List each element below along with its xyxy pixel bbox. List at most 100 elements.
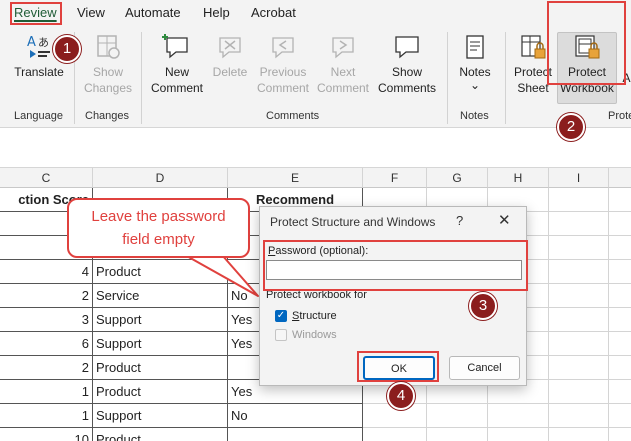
type-cell[interactable]: Support xyxy=(93,404,228,428)
dialog-title: Protect Structure and Windows xyxy=(270,215,435,229)
score-cell[interactable]: 1 xyxy=(0,380,93,404)
ok-highlight-box xyxy=(357,351,439,382)
type-cell[interactable]: Product xyxy=(93,380,228,404)
column-header-f[interactable]: F xyxy=(363,168,427,188)
type-cell[interactable]: Product xyxy=(93,428,228,441)
menu-bar: Review View Automate Help Acrobat xyxy=(0,0,631,26)
delete-comment-icon xyxy=(215,32,245,62)
close-icon[interactable]: ✕ xyxy=(498,211,511,229)
ribbon: A あ Translate Language Show Changes Chan… xyxy=(0,26,631,128)
cell[interactable] xyxy=(549,188,609,212)
menu-acrobat[interactable]: Acrobat xyxy=(251,5,296,20)
structure-checkbox[interactable]: ✓ xyxy=(275,310,287,322)
column-header-i[interactable]: I xyxy=(549,168,609,188)
cell[interactable] xyxy=(549,236,609,260)
column-header-d[interactable]: D xyxy=(93,168,228,188)
group-comments-label: Comments xyxy=(266,110,319,122)
cancel-button[interactable]: Cancel xyxy=(449,356,520,380)
score-cell[interactable]: 2 xyxy=(0,356,93,380)
notes-button[interactable]: Notes ⌄ xyxy=(452,32,498,90)
cell[interactable] xyxy=(609,188,631,212)
cell[interactable] xyxy=(427,404,488,428)
cell[interactable] xyxy=(609,332,631,356)
score-cell[interactable]: 4 xyxy=(0,260,93,284)
structure-label-text: tructure xyxy=(299,310,336,322)
step-badge-4: 4 xyxy=(387,382,415,410)
review-highlight-box xyxy=(10,2,62,25)
cell[interactable] xyxy=(549,428,609,441)
show-comments-button[interactable]: Show Comments xyxy=(374,32,440,96)
cell[interactable] xyxy=(609,212,631,236)
cell[interactable] xyxy=(549,308,609,332)
cell[interactable] xyxy=(549,404,609,428)
cell[interactable] xyxy=(488,428,549,441)
translate-icon: A あ xyxy=(24,32,54,62)
cell[interactable] xyxy=(549,380,609,404)
score-cell[interactable]: 10 xyxy=(0,428,93,441)
cell[interactable] xyxy=(609,284,631,308)
cell[interactable] xyxy=(549,356,609,380)
type-cell[interactable]: Service xyxy=(93,284,228,308)
cell[interactable] xyxy=(488,404,549,428)
ribbon-separator xyxy=(505,32,506,124)
cell[interactable] xyxy=(609,260,631,284)
type-cell[interactable]: Product xyxy=(93,356,228,380)
group-changes-label: Changes xyxy=(85,110,129,122)
score-cell[interactable]: 6 xyxy=(0,332,93,356)
menu-automate[interactable]: Automate xyxy=(125,5,181,20)
password-highlight-box xyxy=(263,240,528,291)
recommend-cell[interactable]: No xyxy=(228,404,363,428)
score-cell[interactable]: 2 xyxy=(0,284,93,308)
cell[interactable] xyxy=(549,212,609,236)
windows-checkbox[interactable] xyxy=(275,329,287,341)
previous-comment-button[interactable]: Previous Comment xyxy=(252,32,314,96)
cell[interactable] xyxy=(609,308,631,332)
next-comment-label-2: Comment xyxy=(314,80,372,96)
column-header-partial[interactable] xyxy=(609,168,631,188)
ribbon-separator xyxy=(447,32,448,124)
score-cell[interactable]: 3 xyxy=(0,308,93,332)
translate-label: Translate xyxy=(14,65,64,79)
delete-comment-label: Delete xyxy=(213,65,248,79)
type-cell[interactable]: Product xyxy=(93,260,228,284)
type-cell[interactable]: Support xyxy=(93,308,228,332)
show-changes-button[interactable]: Show Changes xyxy=(80,32,136,96)
new-comment-label-2: Comment xyxy=(146,80,208,96)
show-changes-label-1: Show xyxy=(80,64,136,80)
previous-comment-label-1: Previous xyxy=(252,64,314,80)
cell[interactable] xyxy=(609,356,631,380)
cell[interactable] xyxy=(549,332,609,356)
cell[interactable] xyxy=(609,236,631,260)
column-header-e[interactable]: E xyxy=(228,168,363,188)
recommend-cell[interactable] xyxy=(228,428,363,441)
step-badge-1: 1 xyxy=(53,35,81,63)
menu-view[interactable]: View xyxy=(77,5,105,20)
cell[interactable] xyxy=(609,380,631,404)
column-header-h[interactable]: H xyxy=(488,168,549,188)
show-comments-icon xyxy=(392,32,422,62)
cell[interactable] xyxy=(609,404,631,428)
cell[interactable] xyxy=(549,260,609,284)
column-header-g[interactable]: G xyxy=(427,168,488,188)
menu-help[interactable]: Help xyxy=(203,5,230,20)
windows-label: Windows xyxy=(292,329,337,341)
delete-comment-button[interactable]: Delete xyxy=(208,32,252,80)
cell[interactable] xyxy=(549,284,609,308)
cell[interactable] xyxy=(609,428,631,441)
svg-text:A: A xyxy=(27,35,36,50)
new-comment-icon xyxy=(162,32,192,62)
help-icon[interactable]: ? xyxy=(456,213,463,228)
previous-comment-icon xyxy=(268,32,298,62)
instruction-callout: Leave the password field empty xyxy=(67,198,250,258)
cell[interactable] xyxy=(363,428,427,441)
type-cell[interactable]: Support xyxy=(93,332,228,356)
next-comment-button[interactable]: Next Comment xyxy=(314,32,372,96)
callout-line-1: Leave the password xyxy=(69,205,248,228)
column-header-c[interactable]: C xyxy=(0,168,93,188)
ribbon-separator xyxy=(141,32,142,124)
next-comment-icon xyxy=(328,32,358,62)
group-protect-label: Prote xyxy=(608,110,631,122)
new-comment-button[interactable]: New Comment xyxy=(146,32,208,96)
cell[interactable] xyxy=(427,428,488,441)
score-cell[interactable]: 1 xyxy=(0,404,93,428)
